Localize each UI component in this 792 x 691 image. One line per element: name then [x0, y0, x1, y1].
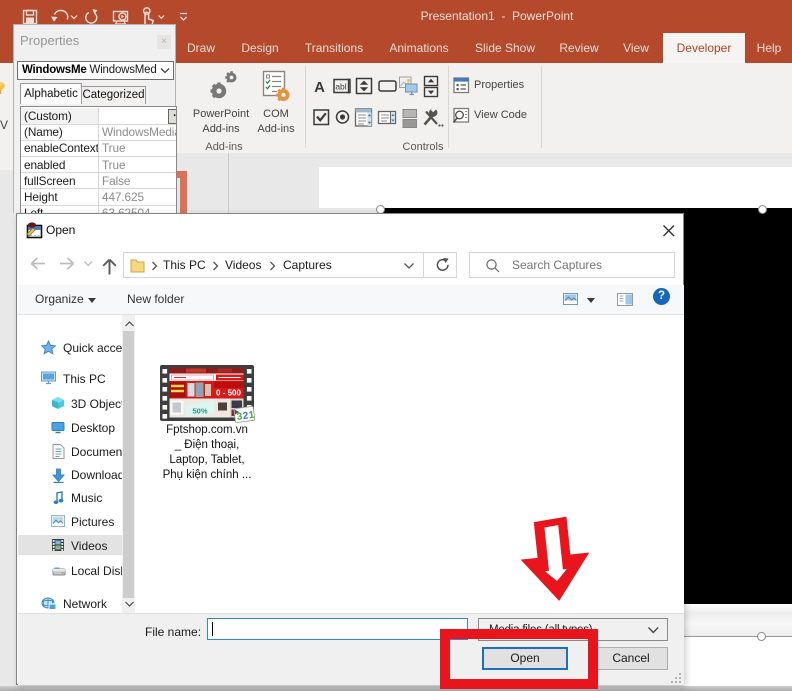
svg-text:50%: 50%	[192, 407, 207, 416]
svg-text:0 - 500: 0 - 500	[216, 389, 241, 398]
svg-text:A: A	[314, 79, 325, 96]
svg-text:abl: abl	[335, 82, 346, 92]
